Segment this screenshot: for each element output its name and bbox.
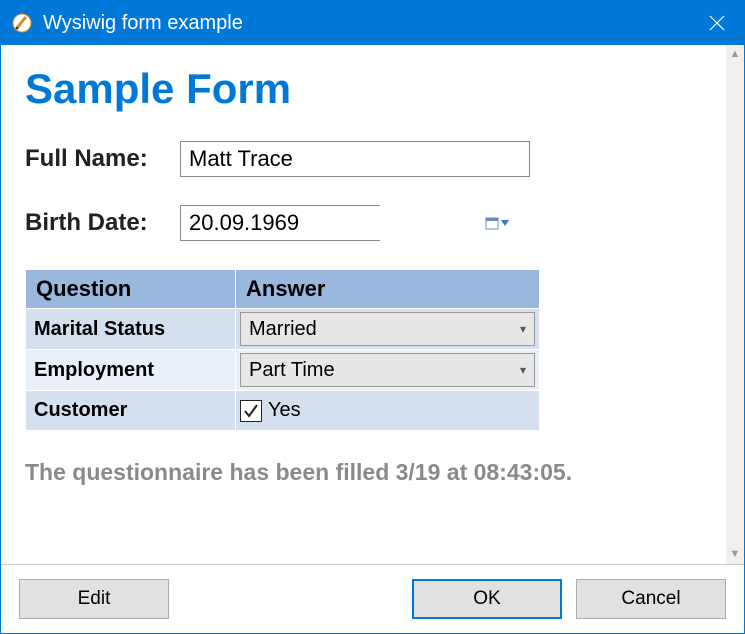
dialog-window: Wysiwig form example Sample Form Full Na… [0, 0, 745, 634]
marital-status-combo[interactable]: Married ▾ [240, 312, 535, 346]
body-area: Sample Form Full Name: Birth Date: [1, 45, 744, 564]
combo-value: Part Time [249, 359, 520, 382]
checkbox-label: Yes [268, 399, 301, 422]
scroll-down-icon: ▼ [730, 549, 741, 560]
close-icon [709, 15, 725, 31]
edit-button[interactable]: Edit [19, 579, 169, 619]
button-bar: Edit OK Cancel [1, 564, 744, 633]
full-name-row: Full Name: [25, 141, 702, 177]
table-row: Marital Status Married ▾ [26, 309, 540, 350]
col-answer: Answer [236, 270, 540, 309]
table-row: Customer Yes [26, 391, 540, 431]
qa-table: Question Answer Marital Status Married ▾ [25, 269, 540, 431]
question-cell: Employment [26, 350, 236, 391]
birth-date-input[interactable] [181, 206, 485, 240]
full-name-label: Full Name: [25, 145, 180, 173]
chevron-down-icon: ▾ [520, 363, 526, 377]
date-picker-button[interactable] [485, 206, 509, 240]
question-cell: Marital Status [26, 309, 236, 350]
window-title: Wysiwig form example [43, 12, 243, 35]
app-icon [11, 12, 33, 34]
full-name-input[interactable] [180, 141, 530, 177]
chevron-down-icon [501, 220, 509, 226]
birth-date-row: Birth Date: [25, 205, 702, 241]
vertical-scrollbar[interactable]: ▲ ▼ [726, 45, 744, 564]
birth-date-label: Birth Date: [25, 209, 180, 237]
scroll-up-icon: ▲ [730, 49, 741, 60]
birth-date-field [180, 205, 380, 241]
calendar-icon [485, 216, 499, 230]
cancel-button[interactable]: Cancel [576, 579, 726, 619]
ok-button[interactable]: OK [412, 579, 562, 619]
page-title: Sample Form [25, 65, 702, 113]
combo-value: Married [249, 318, 520, 341]
close-button[interactable] [694, 1, 740, 45]
table-row: Employment Part Time ▾ [26, 350, 540, 391]
question-cell: Customer [26, 391, 236, 431]
chevron-down-icon: ▾ [520, 322, 526, 336]
customer-checkbox[interactable] [240, 400, 262, 422]
status-text: The questionnaire has been filled 3/19 a… [25, 459, 702, 486]
check-icon [243, 403, 259, 419]
title-bar: Wysiwig form example [1, 1, 744, 45]
col-question: Question [26, 270, 236, 309]
employment-combo[interactable]: Part Time ▾ [240, 353, 535, 387]
content: Sample Form Full Name: Birth Date: [1, 45, 726, 564]
